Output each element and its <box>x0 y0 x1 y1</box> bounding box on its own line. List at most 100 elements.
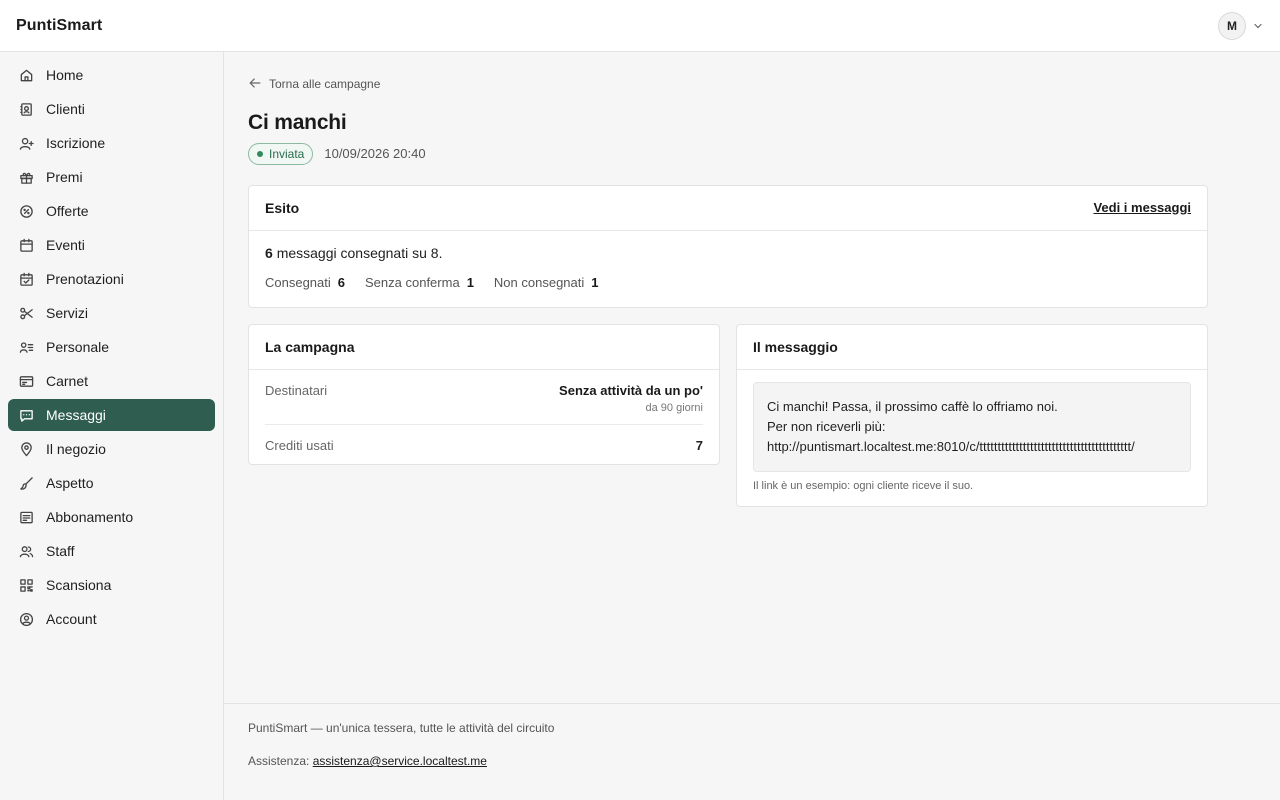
sidebar-item-aspetto[interactable]: Aspetto <box>8 467 215 499</box>
brand-logo[interactable]: PuntiSmart <box>16 17 102 35</box>
delivery-summary-text: messaggi consegnati su 8. <box>276 244 443 261</box>
campaign-date: 10/09/2026 20:40 <box>324 146 426 161</box>
sidebar-item-messaggi[interactable]: Messaggi <box>8 399 215 431</box>
esito-body: 6 messaggi consegnati su 8. Consegnati 6 … <box>249 231 1207 304</box>
sidebar-item-prenotazioni[interactable]: Prenotazioni <box>8 263 215 295</box>
sidebar-item-label: Clienti <box>46 101 85 117</box>
stat-value: 6 <box>337 274 346 290</box>
users-icon <box>19 544 34 559</box>
sidebar-item-label: Messaggi <box>46 407 106 423</box>
recipients-value-block: Senza attività da un po' da 90 giorni <box>559 383 703 414</box>
stat-value: 1 <box>466 274 474 290</box>
user-menu[interactable]: M <box>1218 11 1264 40</box>
ticket-icon <box>19 374 34 389</box>
delivery-summary: 6 messaggi consegnati su 8. <box>265 245 1191 261</box>
esito-title: Esito <box>265 199 300 216</box>
sidebar-item-iscrizione[interactable]: Iscrizione <box>8 127 215 159</box>
stat-label: Non consegnati <box>493 274 585 290</box>
message-preview: Ci manchi! Passa, il prossimo caffè lo o… <box>753 381 1191 472</box>
credits-row: Crediti usati 7 <box>249 438 719 453</box>
sidebar-item-label: Iscrizione <box>46 135 106 151</box>
delivery-stats: Consegnati 6 Senza conferma 1 Non consegna… <box>265 275 1191 290</box>
esito-card-header: Esito Vedi i messaggi <box>249 186 1207 231</box>
sidebar: Home Clienti Iscrizione Premi Offerte Ev… <box>0 52 224 800</box>
scissors-icon <box>19 306 34 321</box>
user-list-icon <box>19 340 34 355</box>
message-card: Il messaggio Ci manchi! Passa, il prossi… <box>736 323 1208 507</box>
divider <box>265 423 703 425</box>
user-circle-icon <box>19 612 34 627</box>
chevron-down-icon[interactable] <box>1252 20 1264 32</box>
sidebar-item-scansiona[interactable]: Scansiona <box>8 569 215 601</box>
stat-value: 1 <box>591 274 599 290</box>
back-link-label: Torna alle campagne <box>269 77 381 91</box>
stat-not-delivered: Non consegnati 1 <box>494 275 599 290</box>
sidebar-item-account[interactable]: Account <box>8 603 215 635</box>
sidebar-item-premi[interactable]: Premi <box>8 161 215 193</box>
message-unsubscribe-link: http://puntismart.localtest.me:8010/c/tt… <box>767 438 1135 454</box>
sidebar-item-abbonamento[interactable]: Abbonamento <box>8 501 215 533</box>
sidebar-item-label: Prenotazioni <box>46 271 124 287</box>
message-card-header: Il messaggio <box>737 325 1207 370</box>
gift-icon <box>19 170 34 185</box>
sidebar-item-staff[interactable]: Staff <box>8 535 215 567</box>
sidebar-item-label: Premi <box>46 169 83 185</box>
sidebar-item-home[interactable]: Home <box>8 59 215 91</box>
sidebar-item-personale[interactable]: Personale <box>8 331 215 363</box>
sidebar-item-label: Servizi <box>46 305 89 321</box>
stat-label: Consegnati <box>265 274 331 290</box>
sidebar-item-carnet[interactable]: Carnet <box>8 365 215 397</box>
sidebar-item-il-negozio[interactable]: Il negozio <box>8 433 215 465</box>
top-bar: PuntiSmart M <box>0 0 1280 52</box>
recipients-subvalue: da 90 giorni <box>645 401 704 414</box>
footer: PuntiSmart — un'unica tessera, tutte le … <box>224 703 1280 800</box>
sidebar-item-clienti[interactable]: Clienti <box>8 93 215 125</box>
credits-value: 7 <box>695 437 703 453</box>
message-card-title: Il messaggio <box>753 338 838 355</box>
message-line: Ci manchi! Passa, il prossimo caffè lo o… <box>767 398 1058 414</box>
calendar-icon <box>19 238 34 253</box>
home-icon <box>19 68 34 83</box>
sidebar-item-label: Home <box>46 67 84 83</box>
stat-label: Senza conferma <box>365 274 460 290</box>
delivered-count: 6 <box>265 244 273 261</box>
support-email-link[interactable]: assistenza@service.localtest.me <box>313 754 487 768</box>
page-title: Ci manchi <box>248 110 347 134</box>
sidebar-item-label: Il negozio <box>46 441 106 457</box>
sidebar-item-eventi[interactable]: Eventi <box>8 229 215 261</box>
avatar[interactable]: M <box>1218 11 1246 40</box>
status-dot <box>257 150 263 157</box>
back-to-campaigns-link[interactable]: Torna alle campagne <box>248 76 380 92</box>
qr-code-icon <box>19 578 34 593</box>
contacts-icon <box>19 102 34 117</box>
sidebar-item-label: Carnet <box>46 373 89 389</box>
credits-label: Crediti usati <box>265 437 334 453</box>
sidebar-item-label: Scansiona <box>46 577 112 593</box>
view-messages-link[interactable]: Vedi i messaggi <box>1093 200 1191 215</box>
message-icon <box>19 408 34 423</box>
sidebar-item-label: Account <box>46 611 97 627</box>
sidebar-item-label: Personale <box>46 339 110 355</box>
recipients-row: Destinatari Senza attività da un po' da … <box>249 383 719 414</box>
message-hint: Il link è un esempio: ogni cliente ricev… <box>753 479 974 492</box>
sidebar-item-offerte[interactable]: Offerte <box>8 195 215 227</box>
sidebar-item-label: Staff <box>46 543 75 559</box>
badge-percent-icon <box>19 204 34 219</box>
recipients-value: Senza attività da un po' <box>559 382 703 398</box>
arrow-left-icon <box>248 76 262 93</box>
campaign-meta: Inviata 10/09/2026 20:40 <box>248 142 1208 165</box>
details-row: La campagna Destinatari Senza attività d… <box>248 323 1208 507</box>
sidebar-item-label: Eventi <box>46 237 85 253</box>
stat-delivered: Consegnati 6 <box>265 275 345 290</box>
receipt-icon <box>19 510 34 525</box>
campaign-card-header: La campagna <box>249 325 719 370</box>
message-line: Per non riceverli più: <box>767 418 886 434</box>
main-content: Torna alle campagne Ci manchi Inviata 10… <box>224 52 1280 703</box>
sidebar-item-label: Offerte <box>46 203 89 219</box>
campaign-card-title: La campagna <box>265 338 355 355</box>
sidebar-item-label: Abbonamento <box>46 509 134 525</box>
footer-tagline: PuntiSmart — un'unica tessera, tutte le … <box>248 721 555 735</box>
sidebar-item-servizi[interactable]: Servizi <box>8 297 215 329</box>
status-badge: Inviata <box>248 142 314 165</box>
map-pin-icon <box>19 441 34 457</box>
